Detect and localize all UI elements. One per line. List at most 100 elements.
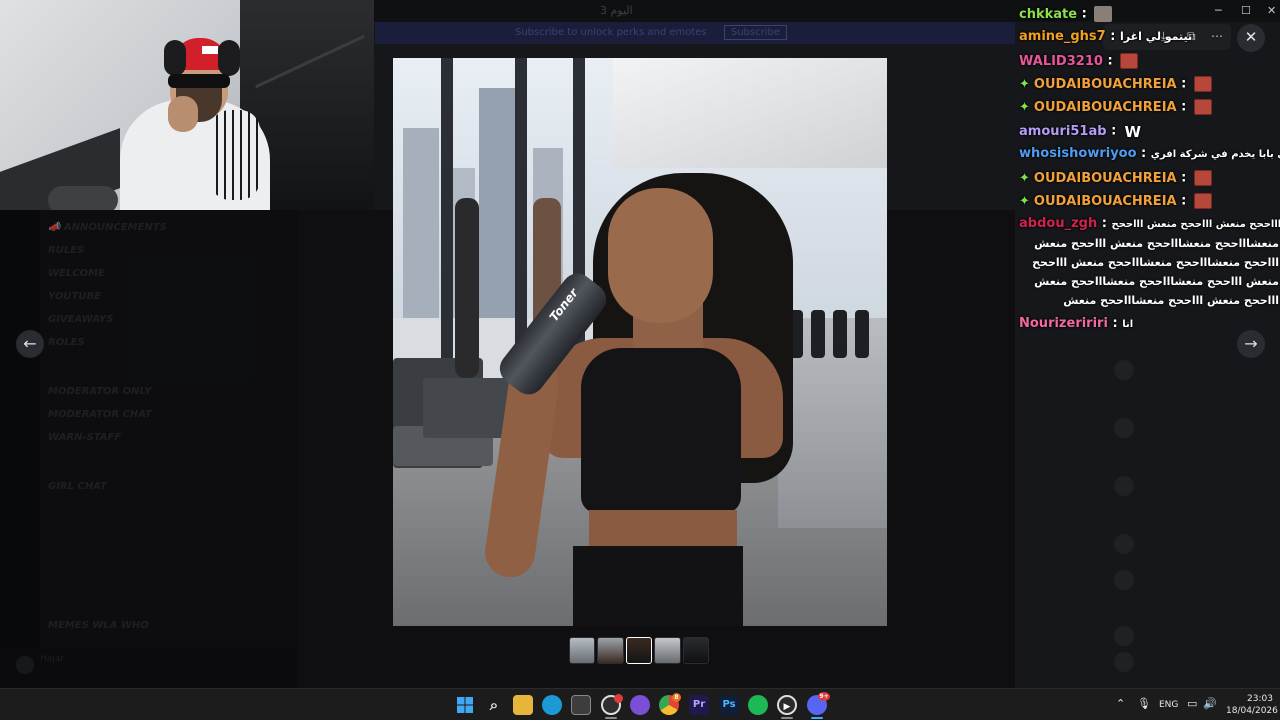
windows-taskbar: ⌕ 8 Pr Ps ▶ 9+ ⌃ 🎙 ENG ▭ 🔊 23:03 18/04/2… [0,688,1280,720]
file-explorer-icon[interactable] [513,695,533,715]
webcam-feed [0,0,374,210]
member-item[interactable] [1114,476,1264,496]
network-icon[interactable]: ▭ [1187,697,1197,710]
woman-face [608,188,713,323]
next-image-button[interactable]: → [1237,330,1265,358]
chat-app-icon[interactable] [630,695,650,715]
chat-message: whosishowriyoo : انا عندي بابا يخدم في ش… [1019,146,1280,161]
chat-text: نيتمو لي اغرا [1119,30,1193,43]
diamond-badge-icon: ✦ [1019,76,1030,92]
chat-separator: : [1102,53,1113,69]
image-building [403,128,439,318]
windows-start-icon[interactable] [455,695,475,715]
sports-top [581,348,741,513]
thumbnail[interactable] [682,637,710,664]
chat-text: انا عندي بابا يخدم في شركة افري [1150,149,1280,160]
chat-username: OUDAIBOUACHREIA [1033,170,1177,186]
member-item[interactable] [1114,570,1264,590]
thumbnail-strip [569,637,710,664]
chat-message: abdou_zgh : اااححح منعش اااححح منعش اااح… [1019,216,1280,231]
clock-date[interactable]: 18/04/2026 [1226,706,1278,716]
avatar [1114,570,1134,590]
active-indicator [781,717,793,719]
window-frame [515,58,527,358]
display-bottle [811,310,825,358]
chat-separator: : [1077,6,1087,22]
woman-midriff [589,510,737,550]
display-bottle [855,310,869,358]
member-item[interactable] [1114,360,1264,380]
chat-message: ✦ OUDAIBOUACHREIA : [1019,99,1279,115]
viewer-image[interactable]: Toner [393,58,887,626]
chrome-badge: 8 [672,693,681,702]
store-icon[interactable] [571,695,591,715]
runner [455,198,479,378]
previous-image-button[interactable]: ← [16,330,44,358]
avatar [1114,418,1134,438]
image-building [479,88,519,318]
chat-username: abdou_zgh [1019,216,1098,231]
chat-message: ✦ OUDAIBOUACHREIA : [1019,76,1279,92]
green-app-icon[interactable] [748,695,768,715]
thumbnail[interactable] [654,637,681,664]
member-item[interactable] [1114,418,1264,438]
banner-subscribe-button[interactable]: Subscribe [723,25,787,40]
chat-message: WALID3210 : [1019,53,1279,69]
avatar [1114,360,1134,380]
thumbnail[interactable] [597,637,624,664]
chat-separator: : [1107,316,1118,331]
diamond-badge-icon: ✦ [1019,193,1030,209]
chat-text: انا [1122,319,1134,330]
streamer-hand [168,96,198,132]
sunglasses [168,74,230,88]
chat-separator: : [1176,99,1187,115]
avatar [1114,652,1134,672]
edge-icon[interactable] [542,695,562,715]
headphone-left [164,40,186,76]
chat-username: OUDAIBOUACHREIA [1033,99,1177,115]
image-ceiling [613,58,887,168]
active-indicator [605,717,617,719]
display-bottle [833,310,847,358]
chat-text-continuation: اااححح منعشاااححح منعشاااححح منعش اااححح [1032,256,1279,269]
chat-message: ✦ OUDAIBOUACHREIA : [1019,193,1279,209]
chat-separator: : [1105,29,1116,44]
search-icon[interactable]: ⌕ [484,695,504,715]
chat-message: Nourizeririri : انا [1019,316,1279,331]
language-indicator[interactable]: ENG [1159,700,1178,710]
chat-text-continuation: منعشاااححح منعشاااححح منعش اااححح منعش [1034,237,1279,250]
chat-message: chkkate : [1019,6,1279,22]
photoshop-icon[interactable]: Ps [719,695,739,715]
thumbnail[interactable] [569,637,596,664]
chat-separator: : [1176,193,1187,209]
volume-icon[interactable]: 🔊 [1203,697,1217,710]
chat-separator: : [1106,123,1117,139]
emote-icon [1193,76,1212,92]
chat-username: whosishowriyoo [1019,146,1137,161]
chat-separator: : [1176,170,1187,186]
microphone-icon[interactable]: 🎙 [1137,697,1151,710]
avatar [1114,476,1134,496]
discord-badge: 9+ [818,692,830,701]
emote-icon [1120,53,1139,69]
chat-username: chkkate [1019,6,1078,22]
headphone-right [218,40,240,76]
shorts [573,546,743,626]
member-list [1100,300,1280,688]
obs-badge [614,694,623,703]
avatar [1114,626,1134,646]
media-player-icon[interactable]: ▶ [777,695,797,715]
thumbnail-selected[interactable] [625,637,653,664]
chat-separator: : [1136,146,1147,161]
chat-text-continuation: اااححح منعش اااححح منعشاااححح منعش [1063,294,1279,307]
subscribe-banner: Subscribe to unlock perks and emotes Sub… [375,22,1015,44]
member-item[interactable] [1114,626,1264,646]
chat-username: amine_ghs7 [1019,29,1106,44]
clock-time[interactable]: 23:03 [1247,694,1273,704]
member-item[interactable] [1114,652,1264,672]
arrow-left-icon: ← [23,334,37,353]
chat-message: amouri51ab : W [1019,123,1279,141]
tray-chevron-up-icon[interactable]: ⌃ [1116,697,1125,710]
premiere-icon[interactable]: Pr [689,695,709,715]
member-item[interactable] [1114,534,1264,554]
